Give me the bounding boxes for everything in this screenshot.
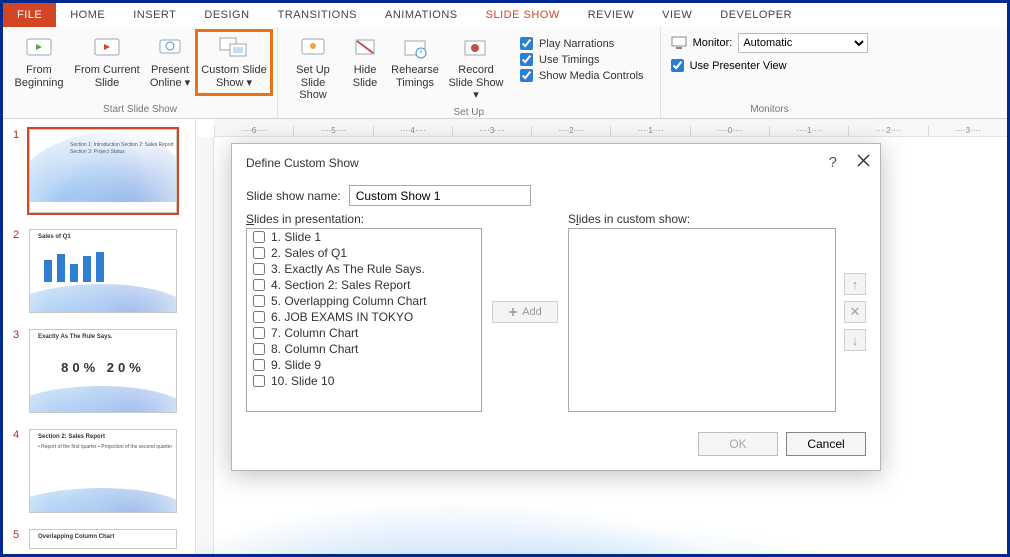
list-item[interactable]: 3. Exactly As The Rule Says.: [247, 261, 481, 277]
tab-view[interactable]: VIEW: [648, 3, 706, 27]
present-online-icon: [154, 34, 186, 62]
play-start-icon: [23, 34, 55, 62]
list-item[interactable]: 7. Column Chart: [247, 325, 481, 341]
list-item[interactable]: 4. Section 2: Sales Report: [247, 277, 481, 293]
move-down-button[interactable]: ↓: [844, 329, 866, 351]
monitor-icon: [671, 36, 687, 50]
group-start-label: Start Slide Show: [3, 104, 277, 118]
add-icon: [508, 307, 518, 317]
monitor-select[interactable]: Automatic: [738, 33, 868, 53]
setup-icon: [297, 34, 329, 62]
remove-button[interactable]: ✕: [844, 301, 866, 323]
dialog-help-button[interactable]: ?: [829, 154, 837, 171]
tab-slideshow[interactable]: SLIDE SHOW: [472, 3, 574, 27]
list-item[interactable]: 1. Slide 1: [247, 229, 481, 245]
thumbnail-1[interactable]: 1 Section 1: Introduction Section 2: Sal…: [13, 129, 189, 213]
list-item[interactable]: 2. Sales of Q1: [247, 245, 481, 261]
list-item[interactable]: 8. Column Chart: [247, 341, 481, 357]
slides-in-custom-show-label: Slides in custom show:: [568, 212, 836, 226]
list-item[interactable]: 10. Slide 10: [247, 373, 481, 389]
show-name-label: Slide show name:: [246, 189, 341, 203]
thumbnail-4[interactable]: 4 Section 2: Sales Report • Report of th…: [13, 429, 189, 513]
hide-slide-button[interactable]: Hide Slide: [344, 31, 386, 94]
list-item[interactable]: 9. Slide 9: [247, 357, 481, 373]
rehearse-label: Rehearse Timings: [391, 64, 439, 89]
define-custom-show-dialog: Define Custom Show ? Slide show name: SS…: [231, 143, 881, 471]
setup-label: Set Up Slide Show: [287, 64, 339, 102]
dialog-title: Define Custom Show: [246, 156, 359, 170]
tab-developer[interactable]: DEVELOPER: [706, 3, 806, 27]
slides-in-custom-show-list[interactable]: [568, 228, 836, 412]
move-up-button[interactable]: ↑: [844, 273, 866, 295]
horizontal-ruler: ····6········5········4········3········…: [214, 119, 1007, 137]
tab-insert[interactable]: INSERT: [119, 3, 190, 27]
slide-thumbnails-panel[interactable]: 1 Section 1: Introduction Section 2: Sal…: [3, 119, 196, 554]
rehearse-timings-button[interactable]: Rehearse Timings: [388, 31, 442, 94]
dialog-close-button[interactable]: [857, 154, 870, 171]
show-media-checkbox[interactable]: Show Media Controls: [520, 69, 644, 82]
play-current-icon: [91, 34, 123, 62]
set-up-slideshow-button[interactable]: Set Up Slide Show: [284, 31, 342, 107]
slides-in-presentation-list[interactable]: 1. Slide 1 2. Sales of Q1 3. Exactly As …: [246, 228, 482, 412]
thumbnail-5[interactable]: 5 Overlapping Column Chart: [13, 529, 189, 549]
use-timings-checkbox[interactable]: Use Timings: [520, 53, 644, 66]
hide-slide-icon: [349, 34, 381, 62]
from-beginning-button[interactable]: From Beginning: [9, 31, 69, 94]
close-icon: [857, 154, 870, 167]
list-item[interactable]: 6. JOB EXAMS IN TOKYO: [247, 309, 481, 325]
list-item[interactable]: 5. Overlapping Column Chart: [247, 293, 481, 309]
slide-editor[interactable]: ····6········5········4········3········…: [196, 119, 1007, 554]
present-online-button[interactable]: Present Online ▾: [145, 31, 195, 94]
show-name-input[interactable]: [349, 185, 531, 206]
group-monitors-label: Monitors: [661, 104, 879, 118]
tab-file[interactable]: FILE: [3, 3, 56, 27]
slides-in-presentation-label: SSlides in presentation:lides in present…: [246, 212, 482, 226]
custom-slide-show-button[interactable]: Custom Slide Show ▾: [197, 31, 271, 94]
tab-animations[interactable]: ANIMATIONS: [371, 3, 472, 27]
present-online-label: Present Online ▾: [148, 64, 192, 89]
presenter-view-checkbox[interactable]: Use Presenter View: [671, 59, 869, 72]
record-label: Record Slide Show ▾: [447, 64, 505, 102]
thumbnail-2[interactable]: 2 Sales of Q1: [13, 229, 189, 313]
rehearse-icon: [399, 34, 431, 62]
play-narrations-checkbox[interactable]: Play Narrations: [520, 37, 644, 50]
record-icon: [460, 34, 492, 62]
custom-show-label: Custom Slide Show ▾: [200, 64, 268, 89]
from-current-button[interactable]: From Current Slide: [71, 31, 143, 94]
custom-show-icon: [218, 34, 250, 62]
tab-home[interactable]: HOME: [56, 3, 119, 27]
ok-button[interactable]: OK: [698, 432, 778, 456]
add-button[interactable]: Add: [492, 301, 558, 323]
thumbnail-3[interactable]: 3 Exactly As The Rule Says. 80% 20%: [13, 329, 189, 413]
hide-slide-label: Hide Slide: [347, 64, 383, 89]
record-slideshow-button[interactable]: Record Slide Show ▾: [444, 31, 508, 107]
from-current-label: From Current Slide: [74, 64, 140, 89]
monitor-label: Monitor:: [693, 37, 733, 49]
tab-review[interactable]: REVIEW: [574, 3, 648, 27]
from-beginning-label: From Beginning: [12, 64, 66, 89]
tab-design[interactable]: DESIGN: [190, 3, 263, 27]
tab-transitions[interactable]: TRANSITIONS: [264, 3, 371, 27]
cancel-button[interactable]: Cancel: [786, 432, 866, 456]
